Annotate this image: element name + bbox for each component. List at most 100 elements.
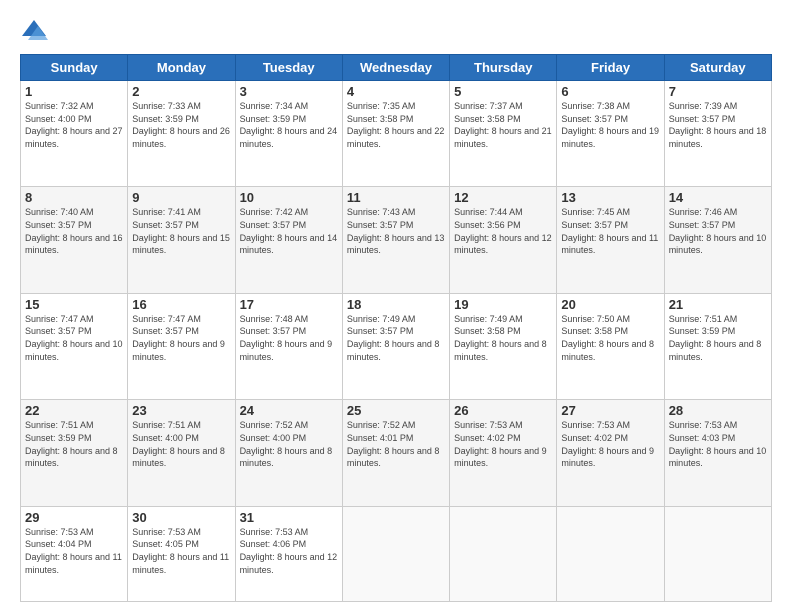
day-info: Sunrise: 7:51 AM Sunset: 3:59 PM Dayligh… — [669, 313, 767, 363]
logo-icon — [20, 16, 48, 44]
day-info: Sunrise: 7:32 AM Sunset: 4:00 PM Dayligh… — [25, 100, 123, 150]
day-info: Sunrise: 7:53 AM Sunset: 4:02 PM Dayligh… — [454, 419, 552, 469]
day-number: 2 — [132, 84, 230, 99]
weekday-header-monday: Monday — [128, 55, 235, 81]
calendar-cell — [342, 506, 449, 601]
day-info: Sunrise: 7:53 AM Sunset: 4:06 PM Dayligh… — [240, 526, 338, 576]
day-info: Sunrise: 7:37 AM Sunset: 3:58 PM Dayligh… — [454, 100, 552, 150]
calendar-cell: 9 Sunrise: 7:41 AM Sunset: 3:57 PM Dayli… — [128, 187, 235, 293]
calendar-cell: 22 Sunrise: 7:51 AM Sunset: 3:59 PM Dayl… — [21, 400, 128, 506]
calendar-cell: 15 Sunrise: 7:47 AM Sunset: 3:57 PM Dayl… — [21, 293, 128, 399]
day-number: 14 — [669, 190, 767, 205]
day-number: 28 — [669, 403, 767, 418]
calendar-cell: 16 Sunrise: 7:47 AM Sunset: 3:57 PM Dayl… — [128, 293, 235, 399]
calendar-cell: 31 Sunrise: 7:53 AM Sunset: 4:06 PM Dayl… — [235, 506, 342, 601]
day-number: 6 — [561, 84, 659, 99]
calendar-cell: 17 Sunrise: 7:48 AM Sunset: 3:57 PM Dayl… — [235, 293, 342, 399]
calendar-cell: 3 Sunrise: 7:34 AM Sunset: 3:59 PM Dayli… — [235, 81, 342, 187]
day-number: 22 — [25, 403, 123, 418]
calendar-cell — [450, 506, 557, 601]
calendar-cell: 8 Sunrise: 7:40 AM Sunset: 3:57 PM Dayli… — [21, 187, 128, 293]
day-info: Sunrise: 7:35 AM Sunset: 3:58 PM Dayligh… — [347, 100, 445, 150]
calendar-cell: 11 Sunrise: 7:43 AM Sunset: 3:57 PM Dayl… — [342, 187, 449, 293]
calendar-cell: 7 Sunrise: 7:39 AM Sunset: 3:57 PM Dayli… — [664, 81, 771, 187]
calendar-cell: 2 Sunrise: 7:33 AM Sunset: 3:59 PM Dayli… — [128, 81, 235, 187]
day-number: 23 — [132, 403, 230, 418]
calendar-cell: 5 Sunrise: 7:37 AM Sunset: 3:58 PM Dayli… — [450, 81, 557, 187]
day-info: Sunrise: 7:48 AM Sunset: 3:57 PM Dayligh… — [240, 313, 338, 363]
day-info: Sunrise: 7:42 AM Sunset: 3:57 PM Dayligh… — [240, 206, 338, 256]
day-number: 16 — [132, 297, 230, 312]
day-info: Sunrise: 7:51 AM Sunset: 3:59 PM Dayligh… — [25, 419, 123, 469]
day-number: 3 — [240, 84, 338, 99]
day-number: 24 — [240, 403, 338, 418]
day-info: Sunrise: 7:34 AM Sunset: 3:59 PM Dayligh… — [240, 100, 338, 150]
day-number: 13 — [561, 190, 659, 205]
calendar-cell: 4 Sunrise: 7:35 AM Sunset: 3:58 PM Dayli… — [342, 81, 449, 187]
day-info: Sunrise: 7:53 AM Sunset: 4:03 PM Dayligh… — [669, 419, 767, 469]
weekday-header-thursday: Thursday — [450, 55, 557, 81]
day-info: Sunrise: 7:51 AM Sunset: 4:00 PM Dayligh… — [132, 419, 230, 469]
day-number: 7 — [669, 84, 767, 99]
day-number: 30 — [132, 510, 230, 525]
day-number: 4 — [347, 84, 445, 99]
calendar-cell: 27 Sunrise: 7:53 AM Sunset: 4:02 PM Dayl… — [557, 400, 664, 506]
calendar-cell: 13 Sunrise: 7:45 AM Sunset: 3:57 PM Dayl… — [557, 187, 664, 293]
day-info: Sunrise: 7:53 AM Sunset: 4:04 PM Dayligh… — [25, 526, 123, 576]
day-info: Sunrise: 7:39 AM Sunset: 3:57 PM Dayligh… — [669, 100, 767, 150]
day-info: Sunrise: 7:44 AM Sunset: 3:56 PM Dayligh… — [454, 206, 552, 256]
day-info: Sunrise: 7:45 AM Sunset: 3:57 PM Dayligh… — [561, 206, 659, 256]
day-number: 20 — [561, 297, 659, 312]
calendar-cell: 19 Sunrise: 7:49 AM Sunset: 3:58 PM Dayl… — [450, 293, 557, 399]
day-number: 8 — [25, 190, 123, 205]
calendar-cell — [557, 506, 664, 601]
calendar-cell: 20 Sunrise: 7:50 AM Sunset: 3:58 PM Dayl… — [557, 293, 664, 399]
calendar-cell: 29 Sunrise: 7:53 AM Sunset: 4:04 PM Dayl… — [21, 506, 128, 601]
calendar-cell: 23 Sunrise: 7:51 AM Sunset: 4:00 PM Dayl… — [128, 400, 235, 506]
day-info: Sunrise: 7:43 AM Sunset: 3:57 PM Dayligh… — [347, 206, 445, 256]
day-info: Sunrise: 7:53 AM Sunset: 4:02 PM Dayligh… — [561, 419, 659, 469]
day-info: Sunrise: 7:41 AM Sunset: 3:57 PM Dayligh… — [132, 206, 230, 256]
day-number: 26 — [454, 403, 552, 418]
day-number: 27 — [561, 403, 659, 418]
day-info: Sunrise: 7:47 AM Sunset: 3:57 PM Dayligh… — [132, 313, 230, 363]
day-number: 5 — [454, 84, 552, 99]
day-info: Sunrise: 7:33 AM Sunset: 3:59 PM Dayligh… — [132, 100, 230, 150]
day-number: 29 — [25, 510, 123, 525]
day-info: Sunrise: 7:49 AM Sunset: 3:58 PM Dayligh… — [454, 313, 552, 363]
calendar-cell: 14 Sunrise: 7:46 AM Sunset: 3:57 PM Dayl… — [664, 187, 771, 293]
calendar-cell: 6 Sunrise: 7:38 AM Sunset: 3:57 PM Dayli… — [557, 81, 664, 187]
weekday-header-sunday: Sunday — [21, 55, 128, 81]
day-number: 25 — [347, 403, 445, 418]
header — [20, 16, 772, 44]
day-number: 19 — [454, 297, 552, 312]
logo — [20, 16, 52, 44]
weekday-header-saturday: Saturday — [664, 55, 771, 81]
day-number: 10 — [240, 190, 338, 205]
calendar-cell: 12 Sunrise: 7:44 AM Sunset: 3:56 PM Dayl… — [450, 187, 557, 293]
calendar-cell: 28 Sunrise: 7:53 AM Sunset: 4:03 PM Dayl… — [664, 400, 771, 506]
weekday-header-wednesday: Wednesday — [342, 55, 449, 81]
day-info: Sunrise: 7:50 AM Sunset: 3:58 PM Dayligh… — [561, 313, 659, 363]
calendar-cell: 24 Sunrise: 7:52 AM Sunset: 4:00 PM Dayl… — [235, 400, 342, 506]
calendar-cell: 26 Sunrise: 7:53 AM Sunset: 4:02 PM Dayl… — [450, 400, 557, 506]
day-info: Sunrise: 7:40 AM Sunset: 3:57 PM Dayligh… — [25, 206, 123, 256]
day-number: 15 — [25, 297, 123, 312]
calendar-cell: 21 Sunrise: 7:51 AM Sunset: 3:59 PM Dayl… — [664, 293, 771, 399]
calendar-cell: 18 Sunrise: 7:49 AM Sunset: 3:57 PM Dayl… — [342, 293, 449, 399]
day-info: Sunrise: 7:53 AM Sunset: 4:05 PM Dayligh… — [132, 526, 230, 576]
day-number: 9 — [132, 190, 230, 205]
day-number: 17 — [240, 297, 338, 312]
calendar-table: SundayMondayTuesdayWednesdayThursdayFrid… — [20, 54, 772, 602]
day-info: Sunrise: 7:38 AM Sunset: 3:57 PM Dayligh… — [561, 100, 659, 150]
day-info: Sunrise: 7:49 AM Sunset: 3:57 PM Dayligh… — [347, 313, 445, 363]
calendar-cell: 30 Sunrise: 7:53 AM Sunset: 4:05 PM Dayl… — [128, 506, 235, 601]
day-info: Sunrise: 7:52 AM Sunset: 4:01 PM Dayligh… — [347, 419, 445, 469]
day-number: 21 — [669, 297, 767, 312]
weekday-header-tuesday: Tuesday — [235, 55, 342, 81]
calendar-cell: 1 Sunrise: 7:32 AM Sunset: 4:00 PM Dayli… — [21, 81, 128, 187]
calendar-cell: 10 Sunrise: 7:42 AM Sunset: 3:57 PM Dayl… — [235, 187, 342, 293]
day-info: Sunrise: 7:47 AM Sunset: 3:57 PM Dayligh… — [25, 313, 123, 363]
day-info: Sunrise: 7:46 AM Sunset: 3:57 PM Dayligh… — [669, 206, 767, 256]
day-info: Sunrise: 7:52 AM Sunset: 4:00 PM Dayligh… — [240, 419, 338, 469]
